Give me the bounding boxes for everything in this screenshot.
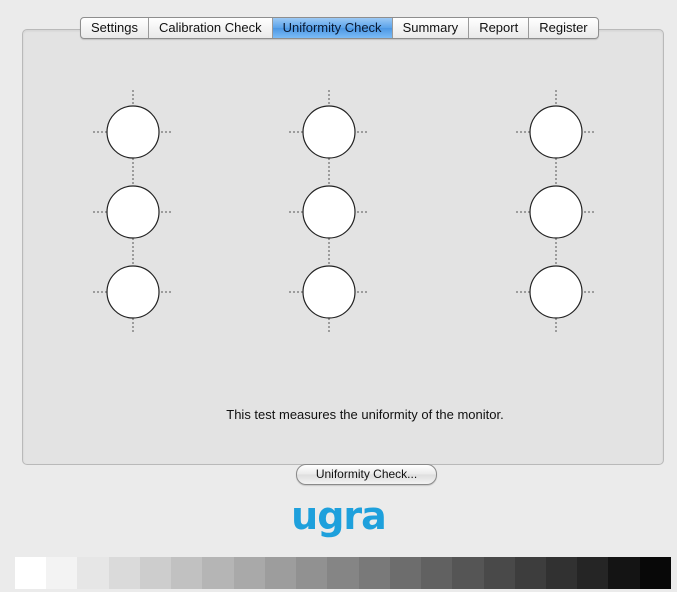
gray-patch	[514, 557, 546, 589]
crosshair-circle-icon	[506, 90, 606, 174]
gray-patch	[139, 557, 172, 589]
gray-patch	[171, 557, 203, 589]
crosshair-circle-icon	[506, 250, 606, 334]
crosshair-circle-icon	[279, 250, 379, 334]
crosshair-circle-icon	[83, 250, 183, 334]
gray-patch	[202, 557, 234, 589]
gray-patch	[358, 557, 390, 589]
crosshair-circle-icon	[506, 170, 606, 254]
gray-patch	[264, 557, 297, 589]
tab-report[interactable]: Report	[469, 18, 530, 38]
gray-patch	[577, 557, 609, 589]
gray-patch	[545, 557, 578, 589]
gray-patch	[108, 557, 140, 589]
tab-uniformity-check[interactable]: Uniformity Check	[272, 18, 393, 38]
tab-register[interactable]: Register	[529, 18, 597, 38]
tab-panel: This test measures the uniformity of the…	[22, 29, 664, 485]
crosshair-circle-icon	[279, 90, 379, 174]
tab-calibration-check[interactable]: Calibration Check	[149, 18, 273, 38]
crosshair-circle-icon	[279, 170, 379, 254]
gray-patch	[15, 557, 47, 589]
gray-patch	[421, 557, 453, 589]
gray-patch	[389, 557, 422, 589]
gray-patch	[639, 557, 671, 589]
gray-patch	[233, 557, 265, 589]
tab-summary[interactable]: Summary	[393, 18, 470, 38]
tab-settings[interactable]: Settings	[81, 18, 149, 38]
gray-patch	[46, 557, 78, 589]
gray-patch	[296, 557, 328, 589]
grayscale-strip	[15, 557, 671, 589]
gray-patch	[327, 557, 359, 589]
tab-bar: Settings Calibration Check Uniformity Chec…	[80, 17, 599, 39]
gray-patch	[483, 557, 515, 589]
crosshair-circle-icon	[83, 170, 183, 254]
gray-patch	[77, 557, 109, 589]
app-window: This test measures the uniformity of the…	[0, 0, 677, 592]
uniformity-check-button[interactable]: Uniformity Check...	[296, 464, 437, 485]
gray-patch	[608, 557, 640, 589]
ugra-logo: ugra	[291, 494, 387, 538]
gray-patch	[452, 557, 484, 589]
test-description: This test measures the uniformity of the…	[226, 407, 504, 422]
crosshair-circle-icon	[83, 90, 183, 174]
